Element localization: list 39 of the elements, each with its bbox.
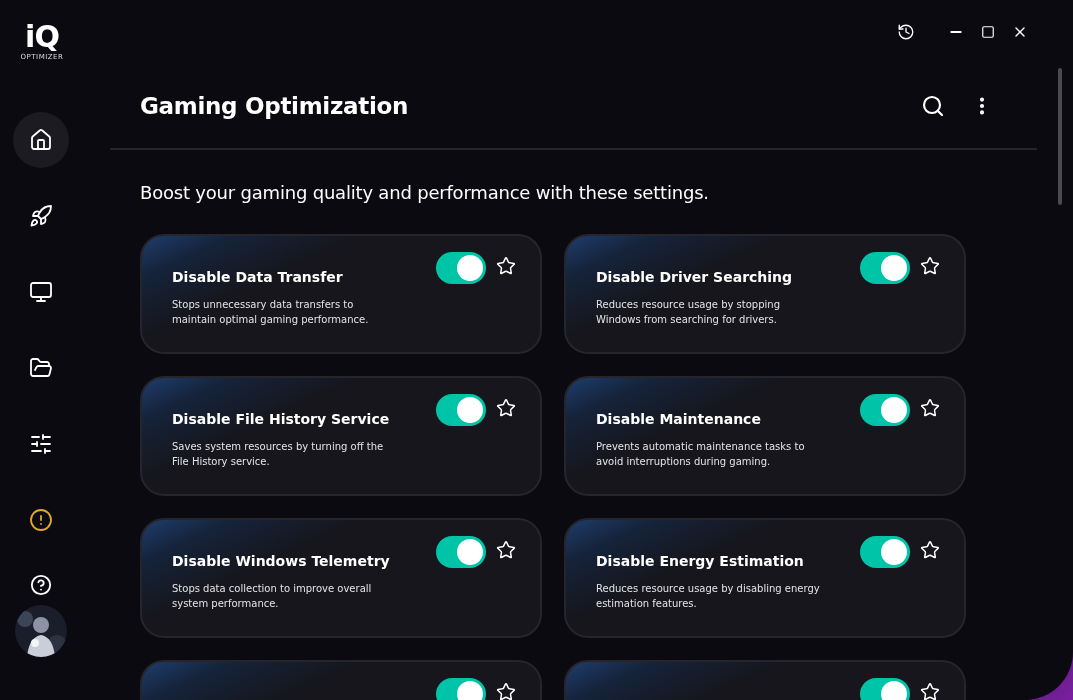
sliders-icon [29, 432, 53, 456]
help-button[interactable] [30, 574, 52, 596]
sidebar-item[interactable] [13, 112, 69, 168]
logo-mark: iQ [25, 22, 59, 52]
star-icon[interactable] [920, 398, 940, 418]
star-icon[interactable] [496, 682, 516, 700]
home-icon [29, 128, 53, 152]
setting-title: Disable Maintenance [596, 411, 762, 427]
star-icon[interactable] [496, 398, 516, 418]
page-subtitle: Boost your gaming quality and performance with these settings. [140, 182, 710, 203]
page-title: Gaming Optimization [140, 93, 410, 119]
setting-title: Disable File History Service [172, 411, 391, 427]
monitor-icon [29, 280, 53, 304]
scrollbar[interactable] [1058, 68, 1062, 205]
setting-description: Reduces resource usage by disabling energy estimation features. [596, 582, 821, 611]
toggle-switch[interactable] [860, 394, 910, 426]
setting-title: Disable Energy Estimation [596, 553, 805, 569]
star-icon[interactable] [920, 256, 940, 276]
toggle-switch[interactable] [436, 394, 486, 426]
alert-icon [29, 508, 53, 532]
star-icon[interactable] [496, 540, 516, 560]
star-icon[interactable] [920, 540, 940, 560]
toggle-switch[interactable] [860, 536, 910, 568]
search-icon[interactable] [921, 94, 945, 118]
setting-title: Disable Driver Searching [596, 269, 794, 285]
folder-icon [29, 356, 53, 380]
rocket-icon [29, 204, 53, 228]
star-icon[interactable] [920, 682, 940, 700]
setting-description: Saves system resources by turning off the File History service. [172, 440, 385, 469]
toggle-switch[interactable] [860, 252, 910, 284]
setting-title: Disable Windows Telemetry [172, 553, 391, 569]
setting-title: Disable Data Transfer [172, 269, 344, 285]
star-icon[interactable] [496, 256, 516, 276]
toggle-switch[interactable] [436, 252, 486, 284]
setting-description: Reduces resource usage by stopping Windows from searching for drivers. [596, 298, 781, 327]
setting-description: Stops data collection to improve overall system performance. [172, 582, 373, 611]
setting-description: Prevents automatic maintenance tasks to avoid interruptions during gaming. [596, 440, 806, 469]
setting-description: Stops unnecessary data transfers to maintain optimal gaming performance. [172, 298, 370, 327]
toggle-switch[interactable] [436, 536, 486, 568]
